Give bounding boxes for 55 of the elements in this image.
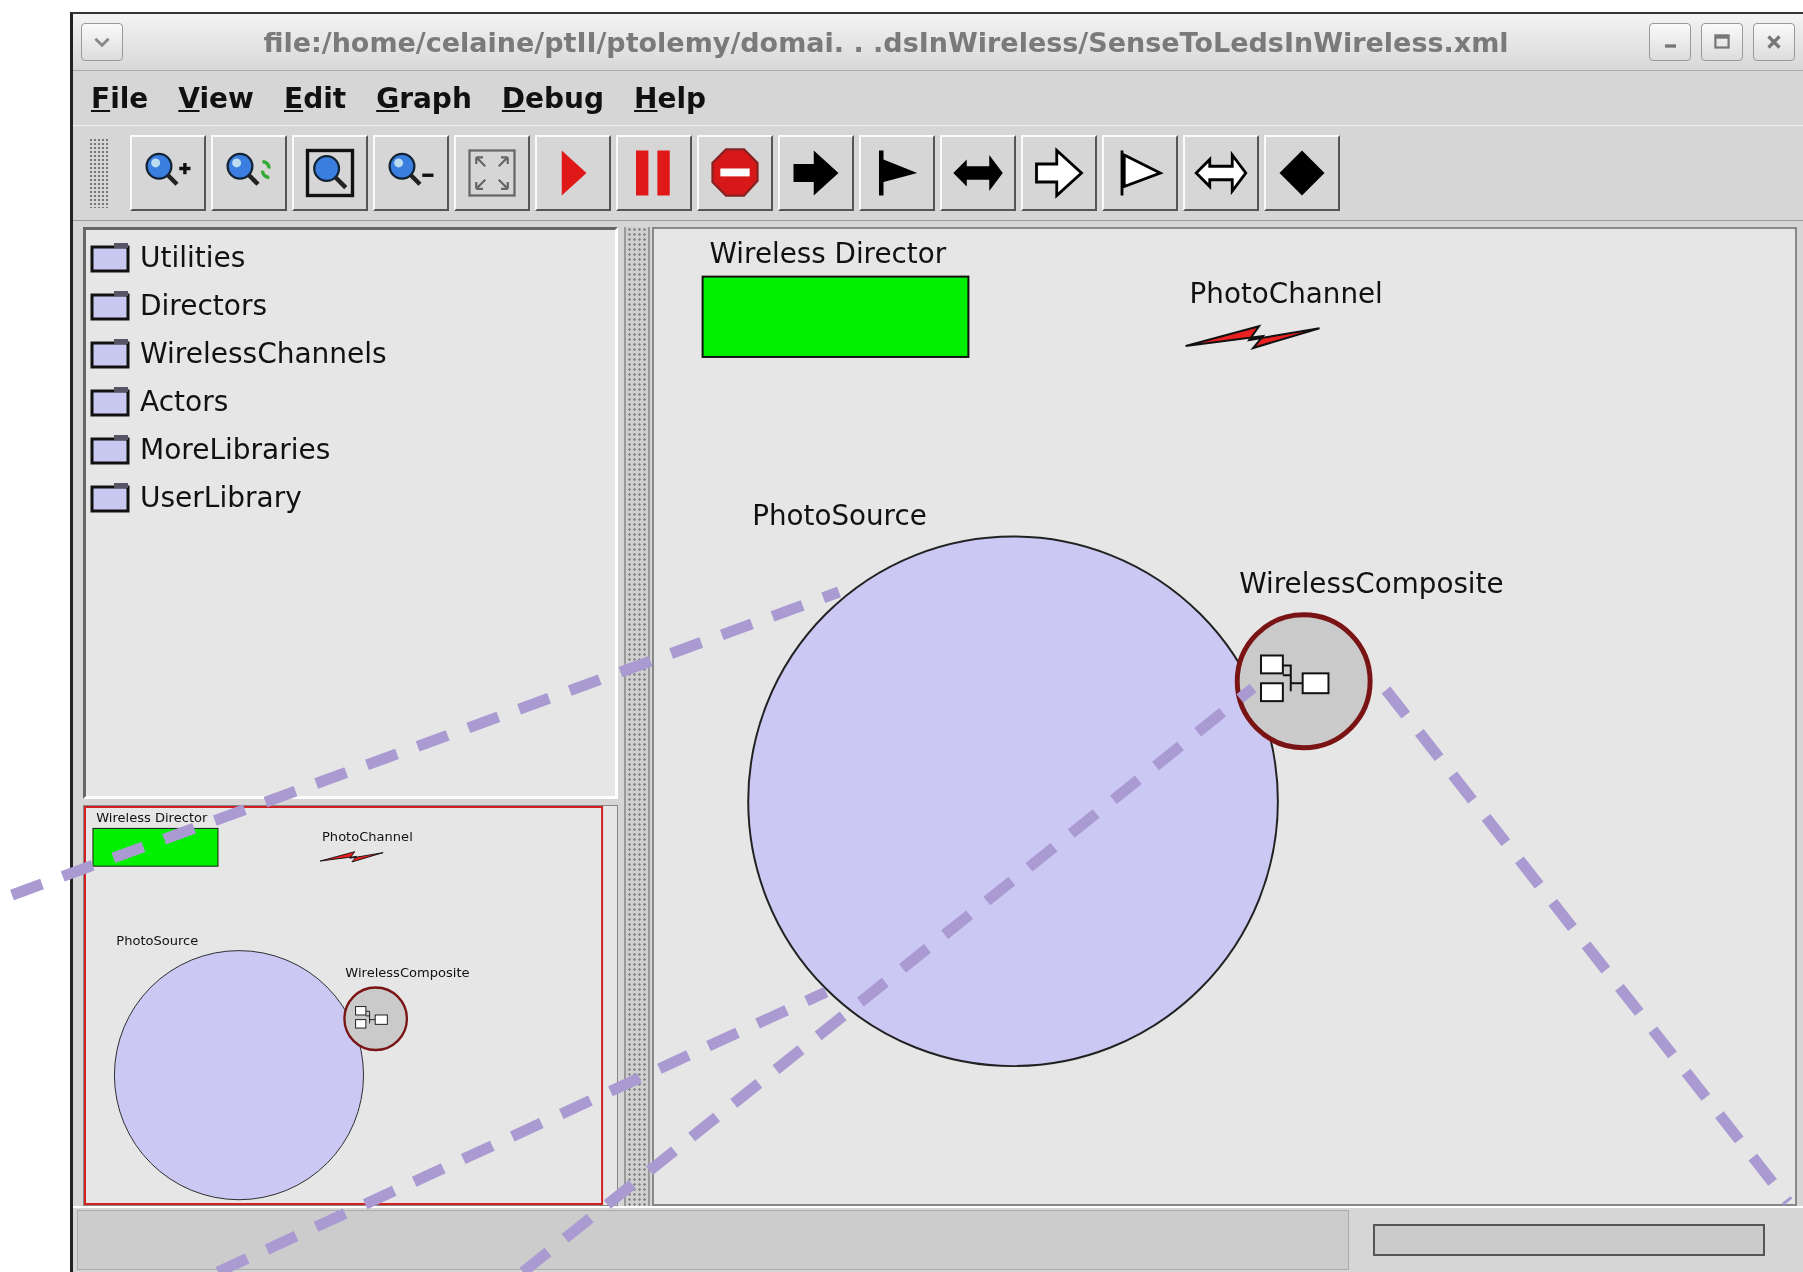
tree-item[interactable]: MoreLibraries xyxy=(140,432,331,466)
folder-icon xyxy=(90,337,130,369)
tree-item[interactable]: Directors xyxy=(140,288,268,322)
folder-icon xyxy=(90,481,130,513)
menu-item[interactable]: Debug xyxy=(501,81,605,115)
tree-item[interactable]: Utilities xyxy=(140,240,246,274)
close-button[interactable] xyxy=(1753,23,1795,61)
minimize-icon xyxy=(1664,44,1676,48)
minimize-button[interactable] xyxy=(1649,23,1691,61)
composite-actor xyxy=(343,986,409,1052)
channel-label: PhotoChannel xyxy=(1189,277,1383,311)
window-title: file:/home/celaine/ptII/ptolemy/domai. . .dsInWireless/SenseToLedsInWireless.xml xyxy=(262,26,1510,58)
tree-item[interactable]: UserLibrary xyxy=(140,480,302,514)
folder-icon xyxy=(90,241,130,273)
toolbar-grip[interactable] xyxy=(89,138,109,208)
menu-item[interactable]: Graph xyxy=(376,81,472,115)
toolbar-button[interactable] xyxy=(616,135,692,211)
toolbar-button[interactable] xyxy=(697,135,773,211)
source-label: PhotoSource xyxy=(116,933,199,948)
toolbar-button[interactable] xyxy=(1183,135,1259,211)
lightning-icon xyxy=(319,851,384,863)
source-label: PhotoSource xyxy=(752,498,927,532)
toolbar-button[interactable] xyxy=(211,135,287,211)
toolbar-button[interactable] xyxy=(859,135,935,211)
channel-label: PhotoChannel xyxy=(322,829,413,844)
full-screen-icon xyxy=(465,146,519,200)
toolbar-button[interactable] xyxy=(535,135,611,211)
director-label: Wireless Director xyxy=(96,809,208,825)
stop-sign-icon xyxy=(708,146,762,200)
composite-label: WirelessComposite xyxy=(1239,567,1504,600)
toolbar-button[interactable] xyxy=(1264,135,1340,211)
menu-item[interactable]: Help xyxy=(634,81,707,115)
tree-item[interactable]: WirelessChannels xyxy=(140,336,387,370)
menu-item[interactable]: File xyxy=(91,81,149,115)
toolbar-button[interactable] xyxy=(373,135,449,211)
composite-label: WirelessComposite xyxy=(345,965,470,981)
menu-item[interactable]: Edit xyxy=(284,81,347,115)
toolbar-button[interactable] xyxy=(292,135,368,211)
toolbar-button[interactable] xyxy=(940,135,1016,211)
tree-item[interactable]: Actors xyxy=(140,384,229,418)
folder-icon xyxy=(90,385,130,417)
toolbar-button[interactable] xyxy=(130,135,206,211)
menu-item[interactable]: View xyxy=(178,81,254,115)
toolbar-button[interactable] xyxy=(1102,135,1178,211)
director-label: Wireless Director xyxy=(709,236,947,270)
folder-icon xyxy=(90,289,130,321)
window-menu-button[interactable] xyxy=(81,23,123,61)
zoom-fit-icon xyxy=(303,146,357,200)
outline-arrow-icon xyxy=(1032,146,1086,200)
toolbar-button[interactable] xyxy=(1021,135,1097,211)
folder-icon xyxy=(90,433,130,465)
maximize-button[interactable] xyxy=(1701,23,1743,61)
toolbar-button[interactable] xyxy=(778,135,854,211)
lightning-icon xyxy=(1184,324,1321,350)
toolbar-button[interactable] xyxy=(454,135,530,211)
